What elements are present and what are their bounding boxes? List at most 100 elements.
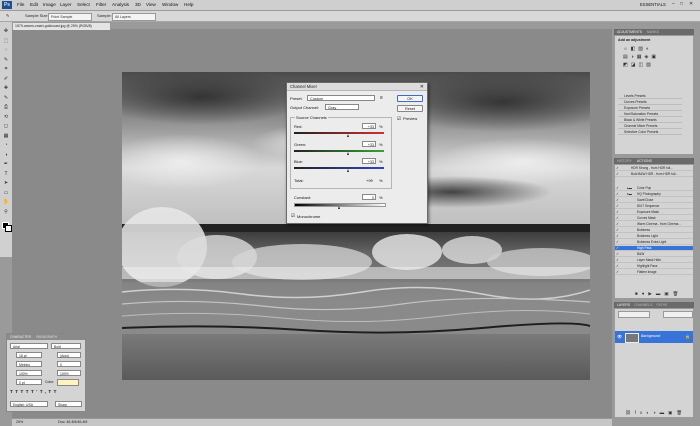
eyedropper-icon[interactable]: ✎ (6, 13, 9, 18)
menu-layer[interactable]: Layer (60, 2, 72, 7)
gradient-tool-icon[interactable]: ▦ (2, 133, 10, 140)
language-select[interactable]: English: USA (10, 401, 48, 407)
tab-channels[interactable]: CHANNELS (634, 303, 652, 307)
healing-tool-icon[interactable]: ✚ (2, 85, 10, 92)
font-style-select[interactable]: Bold (51, 343, 81, 349)
preview-checkbox[interactable]: ☑ (397, 116, 401, 122)
checkmark-icon[interactable]: ✓ (616, 166, 619, 171)
action-row[interactable]: ✓ Bold B&W HDR - from HDR full... (615, 172, 693, 178)
blue-slider-thumb[interactable] (347, 169, 349, 172)
hand-tool-icon[interactable]: ✋ (2, 199, 10, 206)
action-row[interactable]: ✓ HDR Strong - from HDR full... (615, 166, 693, 172)
maximize-button[interactable]: □ (680, 1, 683, 7)
tab-paths[interactable]: PATHS (657, 303, 668, 307)
checkmark-icon[interactable]: ✓ (616, 198, 619, 203)
menu-image[interactable]: Image (43, 2, 56, 7)
action-row-selected[interactable]: ✓ High Pass (615, 246, 693, 252)
checkmark-icon[interactable]: ✓ (616, 252, 619, 257)
action-row[interactable]: ✓ Exposure Mask (615, 210, 693, 216)
tab-history[interactable]: HISTORY (617, 159, 632, 163)
preset-options-icon[interactable]: ≡ (380, 95, 383, 101)
antialias-select[interactable]: Sharp (55, 401, 82, 407)
action-row[interactable]: ✓ Save/Close (615, 198, 693, 204)
blue-slider[interactable] (294, 167, 384, 169)
text-color-swatch[interactable] (57, 379, 79, 386)
red-slider[interactable] (294, 132, 384, 134)
adjustment-icons-row-1[interactable]: ☼◧▨◐ (623, 46, 683, 52)
baseline-field[interactable]: 0 pt (16, 379, 42, 385)
font-family-select[interactable]: Arial (10, 343, 48, 349)
action-row[interactable]: ✓ Layer Mask Hide (615, 258, 693, 264)
actions-controls[interactable]: ■●▶▬▣🗑 (635, 291, 682, 297)
path-select-tool-icon[interactable]: ➤ (2, 180, 10, 187)
minimize-button[interactable]: – (672, 1, 675, 7)
green-slider-thumb[interactable] (347, 152, 349, 155)
workspace-switcher[interactable]: ESSENTIALS (640, 2, 666, 7)
tab-adjustments[interactable]: ADJUSTMENTS (617, 30, 642, 34)
menu-view[interactable]: View (146, 2, 156, 7)
opacity-field[interactable] (663, 311, 693, 318)
text-style-buttons[interactable]: TTTTT'T,TT (10, 389, 82, 395)
leading-field[interactable]: (Auto) (57, 352, 81, 358)
adjustment-icons-row-3[interactable]: ◩◪◫▧ (623, 62, 683, 68)
quick-select-tool-icon[interactable]: ✎ (2, 57, 10, 64)
menu-filter[interactable]: Filter (96, 2, 106, 7)
checkmark-icon[interactable]: ✓ (616, 258, 619, 263)
checkmark-icon[interactable]: ✓ (616, 246, 619, 251)
preset-black-white[interactable]: Black & White Presets (618, 118, 682, 123)
pen-tool-icon[interactable]: ✒ (2, 161, 10, 168)
checkmark-icon[interactable]: ✓ (616, 204, 619, 209)
action-row[interactable]: ✓ Boldness Extra Light (615, 240, 693, 246)
tab-masks[interactable]: MASKS (647, 30, 659, 34)
checkmark-icon[interactable]: ✓ (616, 240, 619, 245)
layer-row-background[interactable]: 👁 Background 🔒 (615, 331, 693, 343)
action-row[interactable]: ✓ Warm Cinema - from Cinema... (615, 222, 693, 228)
monochrome-checkbox[interactable]: ☑ (291, 213, 295, 219)
layers-controls[interactable]: ⛓fx◐◑▬▣🗑 (625, 410, 686, 416)
kerning-field[interactable]: Metrics (16, 361, 42, 367)
vertical-scale-field[interactable]: 100% (16, 370, 42, 376)
constant-slider[interactable] (294, 203, 386, 207)
tracking-field[interactable]: 0 (57, 361, 81, 367)
action-row[interactable]: ✓ Flatten Image (615, 270, 693, 276)
lasso-tool-icon[interactable]: ◌ (2, 47, 10, 54)
horizontal-scale-field[interactable]: 100% (57, 370, 81, 376)
crop-tool-icon[interactable]: ⌗ (2, 66, 10, 73)
checkmark-icon[interactable]: ✓ (616, 172, 619, 177)
preset-select[interactable]: Custom (307, 95, 375, 101)
type-tool-icon[interactable]: T (2, 171, 10, 178)
checkmark-icon[interactable]: ✓ (616, 270, 619, 275)
checkmark-icon[interactable]: ✓ (616, 222, 619, 227)
action-row[interactable]: ✓ Curves Mask (615, 216, 693, 222)
constant-value-field[interactable]: 0 (362, 194, 376, 200)
sample-select[interactable]: All Layers (112, 12, 156, 21)
menu-analysis[interactable]: Analysis (112, 2, 129, 7)
marquee-tool-icon[interactable]: ⬚ (2, 38, 10, 45)
menu-edit[interactable]: Edit (30, 2, 38, 7)
eyedropper-tool-icon[interactable]: ✐ (2, 76, 10, 83)
move-tool-icon[interactable]: ✥ (2, 28, 10, 35)
checkmark-icon[interactable]: ✓ (616, 234, 619, 239)
blue-value-field[interactable]: +33 (362, 158, 376, 164)
sample-size-select[interactable]: Point Sample (48, 12, 92, 21)
action-row[interactable]: ✓ Highlight Pass (615, 264, 693, 270)
dodge-tool-icon[interactable]: ◑ (2, 152, 10, 159)
output-channel-select[interactable]: Gray (325, 104, 359, 110)
history-brush-tool-icon[interactable]: ⟲ (2, 114, 10, 121)
tab-paragraph[interactable]: PARAGRAPH (36, 335, 57, 339)
font-size-field[interactable]: 18 pt (16, 352, 42, 358)
adjustment-icons-row-2[interactable]: ▤◑▦◈▣ (623, 54, 683, 60)
checkmark-icon[interactable]: ✓ (616, 210, 619, 215)
tab-actions[interactable]: ACTIONS (637, 159, 652, 163)
preset-hue-saturation[interactable]: Hue/Saturation Presets (618, 112, 682, 117)
eye-icon[interactable]: 👁 (617, 334, 622, 339)
blur-tool-icon[interactable]: ◔ (2, 142, 10, 149)
close-icon[interactable]: ✕ (420, 83, 424, 91)
preset-levels[interactable]: Levels Presets (618, 94, 682, 99)
menu-file[interactable]: File (17, 2, 24, 7)
checkmark-icon[interactable]: ✓ (616, 264, 619, 269)
action-set-row[interactable]: ✓ ▸▬ Color Pop (615, 186, 693, 192)
action-row[interactable]: ✓ Boldness Light (615, 234, 693, 240)
blend-mode-select[interactable] (618, 311, 650, 318)
checkmark-icon[interactable]: ✓ (616, 228, 619, 233)
